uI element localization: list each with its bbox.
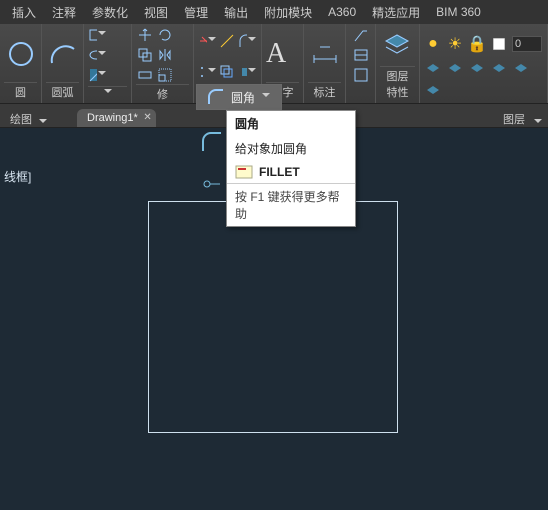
color-swatch[interactable]: [490, 35, 508, 53]
circle-icon[interactable]: [4, 37, 37, 71]
drawn-rectangle: [148, 201, 398, 433]
text-icon[interactable]: A: [266, 38, 286, 70]
dropdown-icon[interactable]: [262, 93, 270, 101]
status-text: 线框]: [4, 168, 31, 185]
layer-tool2-icon[interactable]: [446, 61, 464, 79]
menu-a360[interactable]: A360: [320, 5, 364, 19]
cloud-icon[interactable]: [352, 66, 370, 84]
layer-name-input[interactable]: [512, 36, 542, 52]
menu-annotate[interactable]: 注释: [44, 4, 84, 21]
dimension-icon[interactable]: [308, 37, 341, 71]
scale-icon[interactable]: [156, 66, 174, 84]
menu-addins[interactable]: 附加模块: [256, 4, 320, 21]
tooltip-desc: 给对象加圆角: [227, 136, 355, 161]
close-icon[interactable]: ✕: [143, 112, 151, 123]
fillet-small-icon: [207, 88, 225, 106]
explode-icon[interactable]: [238, 63, 256, 81]
layer-tool1-icon[interactable]: [424, 61, 442, 79]
tooltip-command: FILLET: [227, 161, 355, 183]
hatch-icon[interactable]: [88, 66, 106, 84]
menu-view[interactable]: 视图: [136, 4, 176, 21]
offset-icon[interactable]: [218, 63, 236, 81]
tabbar-right-label: 图层: [495, 111, 533, 127]
menu-bim360[interactable]: BIM 360: [428, 5, 489, 19]
tooltip-hint: 按 F1 键获得更多帮助: [227, 183, 355, 226]
panel-dim: 标注: [308, 82, 341, 101]
fillet-label: 圆角: [231, 89, 255, 106]
stretch-icon[interactable]: [136, 66, 154, 84]
command-icon: [235, 165, 253, 179]
rotate-icon[interactable]: [156, 26, 174, 44]
lock-icon[interactable]: 🔒: [468, 35, 486, 53]
trim-icon[interactable]: [198, 32, 216, 50]
document-tab[interactable]: Drawing1* ✕: [77, 109, 156, 127]
panel-arc: 圆弧: [46, 82, 79, 101]
edge-icon[interactable]: [218, 32, 236, 50]
panel-circle: 圆: [4, 82, 37, 101]
table-icon[interactable]: [352, 46, 370, 64]
tooltip-popup: 圆角 给对象加圆角 FILLET 按 F1 键获得更多帮助: [226, 110, 356, 227]
layer-tool4-icon[interactable]: [490, 61, 508, 79]
menu-manage[interactable]: 管理: [176, 4, 216, 21]
tabbar-left-label: 绘图: [4, 111, 38, 127]
rect-icon[interactable]: [88, 26, 106, 44]
bulb-icon[interactable]: ●: [424, 35, 442, 53]
menu-featured[interactable]: 精选应用: [364, 4, 428, 21]
tab-title: Drawing1*: [87, 112, 138, 124]
array-icon[interactable]: [198, 63, 216, 81]
layer-tool5-icon[interactable]: [512, 61, 530, 79]
fillet-icon[interactable]: [238, 32, 256, 50]
arc-icon[interactable]: [46, 37, 79, 71]
layer-props-icon[interactable]: [380, 29, 414, 63]
copy-icon[interactable]: [136, 46, 154, 64]
fillet-ribbon-item[interactable]: 圆角: [196, 84, 282, 110]
sun-icon[interactable]: ☀: [446, 35, 464, 53]
layer-tool6-icon[interactable]: [424, 83, 442, 101]
layer-tool3-icon[interactable]: [468, 61, 486, 79]
panel-draw: [88, 86, 127, 101]
panel-layer: 图层 特性: [380, 66, 415, 101]
move-icon[interactable]: [136, 26, 154, 44]
menubar: 插入 注释 参数化 视图 管理 输出 附加模块 A360 精选应用 BIM 36…: [0, 0, 548, 24]
mirror-icon[interactable]: [156, 46, 174, 64]
leader-icon[interactable]: [352, 26, 370, 44]
fillet-flyout-icon[interactable]: [200, 130, 224, 154]
ellipse-icon[interactable]: [88, 46, 106, 64]
menu-output[interactable]: 输出: [216, 4, 256, 21]
panel-modify: 修: [136, 84, 189, 103]
menu-insert[interactable]: 插入: [4, 4, 44, 21]
tooltip-title: 圆角: [227, 111, 355, 136]
chamfer-flyout-icon[interactable]: [200, 172, 224, 196]
menu-parametric[interactable]: 参数化: [84, 4, 136, 21]
